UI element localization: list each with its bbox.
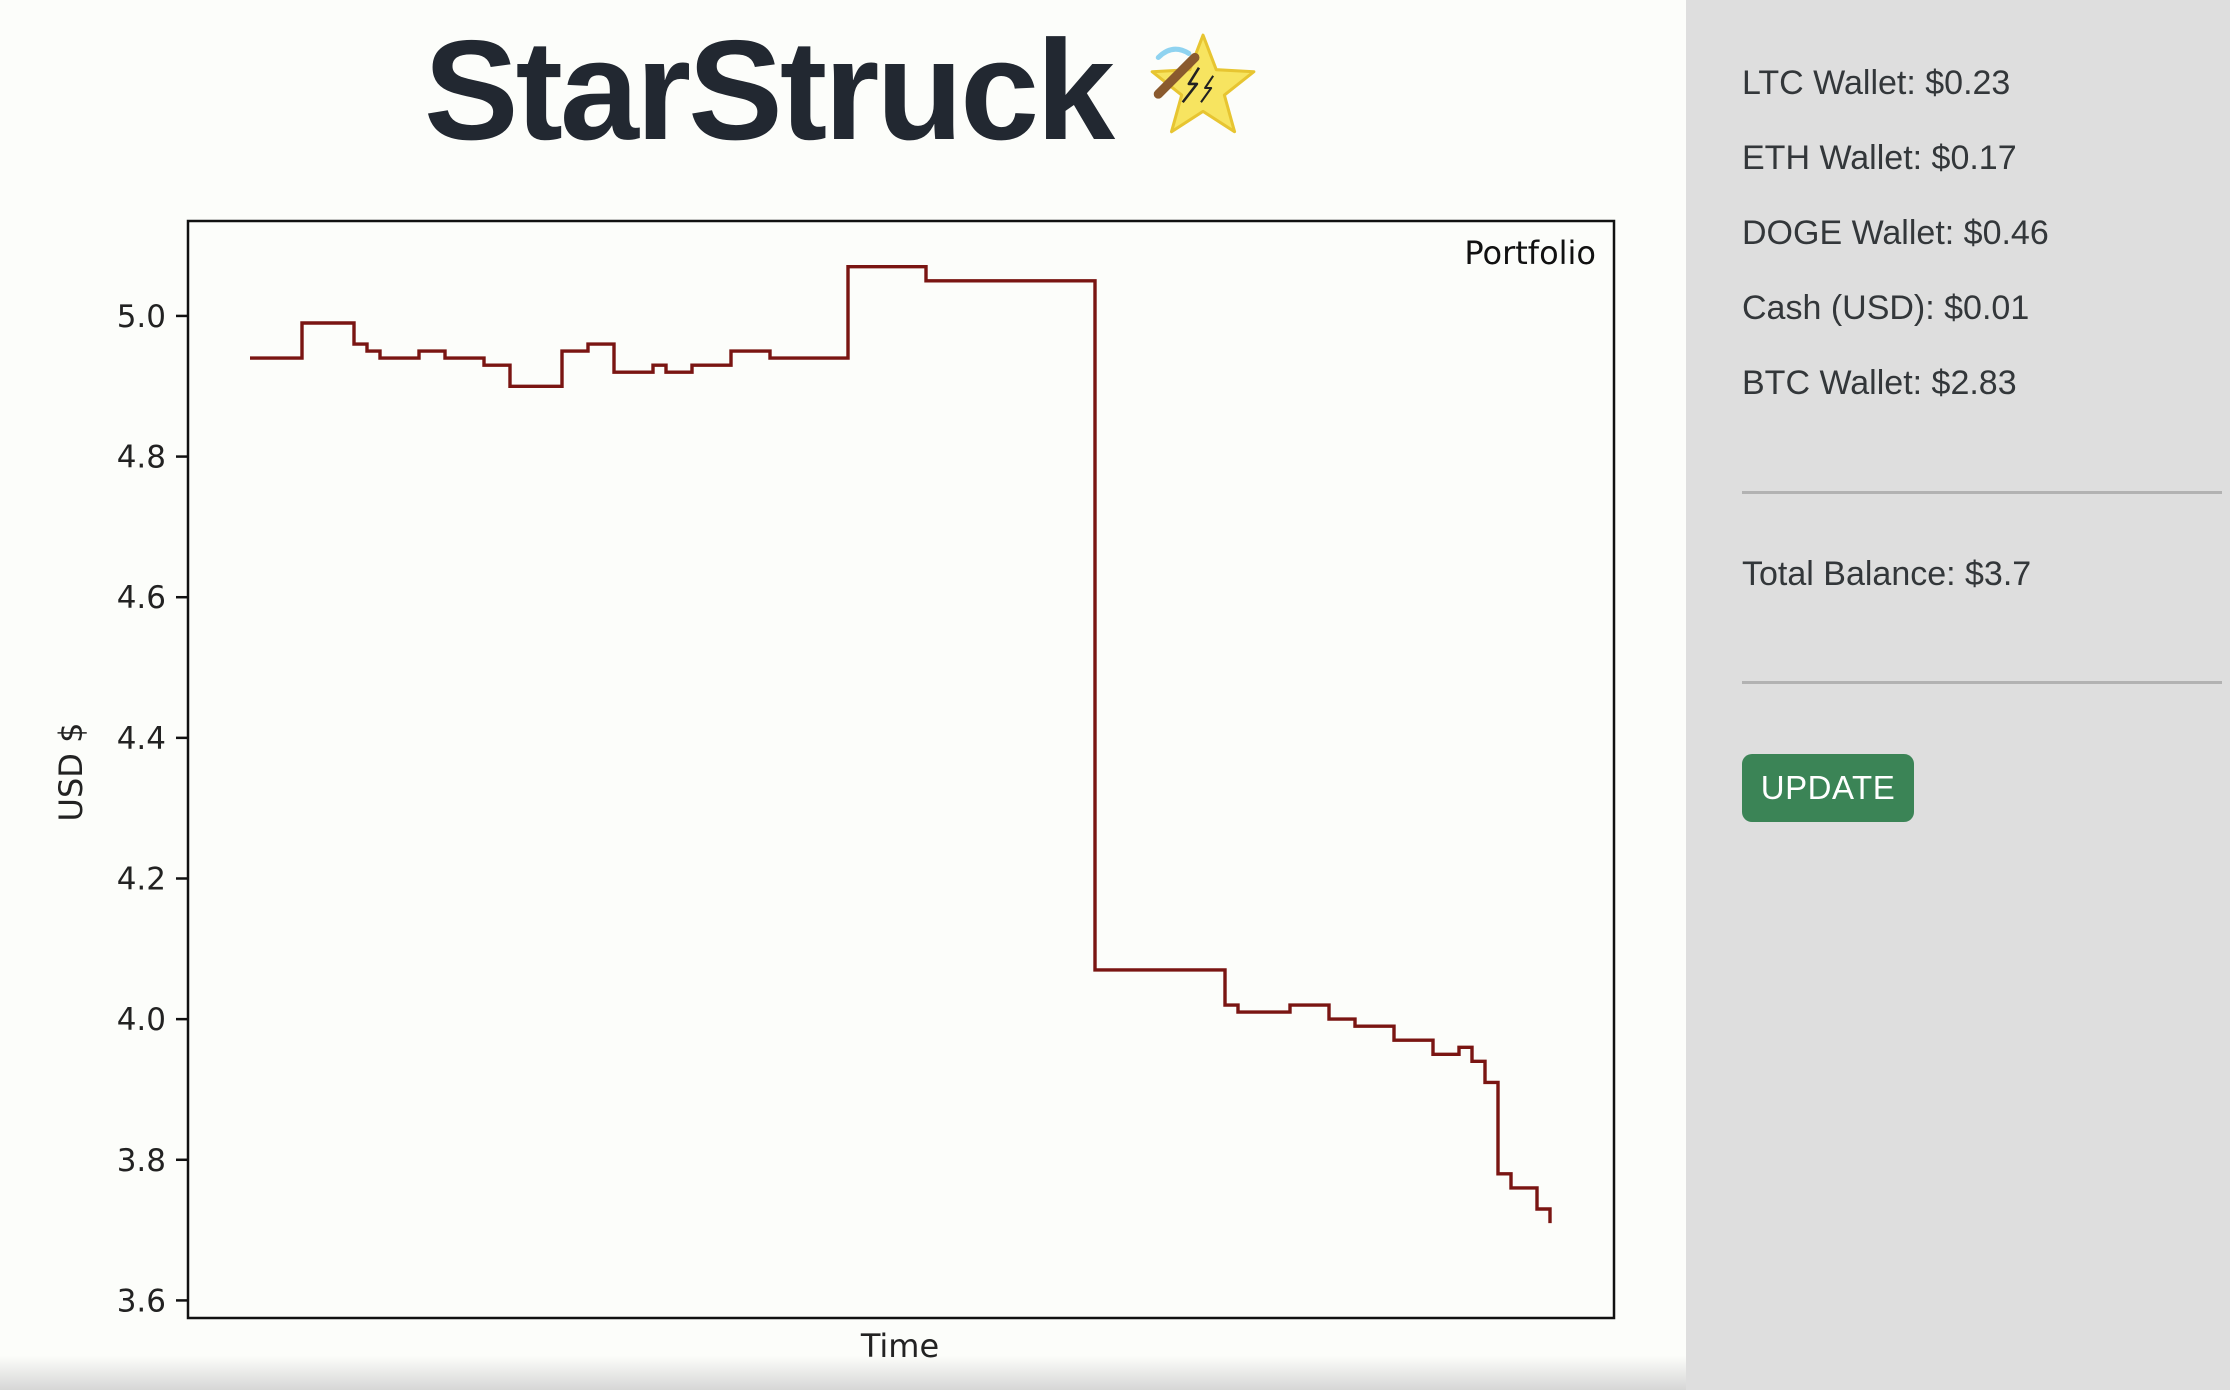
header: StarStruck [0,0,1686,170]
shooting-star-icon [1150,33,1256,134]
update-button[interactable]: UPDATE [1742,754,1914,822]
y-tick-label: 4.6 [117,580,166,616]
sidebar: LTC Wallet: $0.23 ETH Wallet: $0.17 DOGE… [1686,0,2230,1390]
y-tick-label: 4.8 [117,440,166,476]
portfolio-chart: 3.6 3.8 4.0 4.2 4.4 4.6 4.8 5.0 Portfolio Time … [0,190,1686,1390]
btc-wallet-balance: BTC Wallet: $2.83 [1742,364,2017,402]
main-panel: StarStruck 3.6 3.8 4.0 4.2 4.4 4.6 4.8 5.0 Port… [0,0,1686,1390]
app-title: StarStruck [423,11,1115,170]
divider [1742,681,2222,684]
y-tick-label: 3.8 [117,1143,166,1179]
bottom-shade [0,1356,1686,1390]
chart-legend-portfolio: Portfolio [1464,234,1596,272]
doge-wallet-balance: DOGE Wallet: $0.46 [1742,214,2049,252]
y-tick-label: 4.4 [117,721,166,757]
divider [1742,491,2222,494]
app-window: StarStruck 3.6 3.8 4.0 4.2 4.4 4.6 4.8 5.0 Port… [0,0,2230,1390]
plot-area-frame [186,219,1616,1320]
y-tick-label: 3.6 [117,1283,166,1319]
eth-wallet-balance: ETH Wallet: $0.17 [1742,139,2017,177]
y-tick-label: 4.0 [117,1002,166,1038]
series-line-portfolio [250,264,1552,1224]
total-balance: Total Balance: $3.7 [1742,555,2032,593]
ltc-wallet-balance: LTC Wallet: $0.23 [1742,64,2011,102]
y-axis-label: USD $ [52,723,90,822]
portfolio-chart-svg: 3.63.84.04.24.44.64.85.0 Portfolio Time … [52,219,1616,1365]
cash-usd-balance: Cash (USD): $0.01 [1742,289,2030,327]
y-tick-label: 5.0 [117,299,166,335]
y-axis-ticks: 3.6 3.8 4.0 4.2 4.4 4.6 4.8 5.0 [117,299,188,1319]
y-tick-label: 4.2 [117,861,166,897]
